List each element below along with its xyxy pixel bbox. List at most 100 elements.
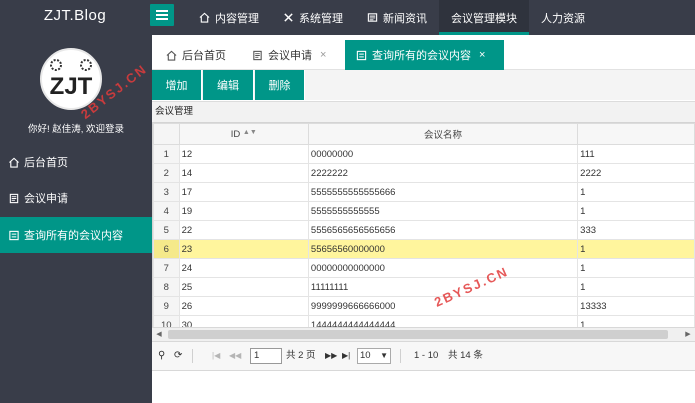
id-cell: 14 — [178, 163, 309, 183]
sidebar-item-query-meetings[interactable]: 查询所有的会议内容 — [0, 217, 152, 253]
column-header-name[interactable]: 会议名称 — [307, 123, 579, 145]
meeting-name-cell: 00000000 — [307, 144, 579, 164]
id-cell: 26 — [178, 296, 309, 316]
tab-label: 查询所有的会议内容 — [372, 50, 471, 62]
sort-icon[interactable]: ▲▼ — [243, 129, 257, 136]
column-header-label: ID — [230, 128, 241, 140]
row-number-cell: 10 — [153, 315, 180, 327]
extra-cell: 1 — [577, 258, 695, 278]
topnav-item-label: 内容管理 — [215, 12, 259, 25]
news-icon — [367, 13, 378, 22]
id-cell: 24 — [178, 258, 309, 278]
tab-strip: 后台首页 会议申请 × 查询所有的会议内容 × — [152, 35, 695, 70]
row-number-cell: 3 — [153, 182, 180, 202]
row-number-cell: 8 — [153, 277, 180, 297]
close-icon[interactable]: × — [320, 49, 326, 61]
column-header-rownum — [153, 123, 180, 145]
hamburger-icon — [156, 10, 168, 12]
topnav-item-system[interactable]: 系统管理 — [271, 0, 355, 35]
page-size-select[interactable]: 10 ▼ — [357, 348, 391, 364]
home-icon — [9, 157, 19, 168]
tab-home[interactable]: 后台首页 — [166, 40, 226, 70]
table-row[interactable]: 7 24 00000000000000 1 — [153, 258, 695, 278]
prev-page-icon[interactable]: ◀◀ — [229, 342, 241, 370]
document-icon — [9, 193, 19, 203]
first-page-icon[interactable]: |◀ — [212, 342, 220, 370]
table-row[interactable]: 4 19 5555555555555 1 — [153, 201, 695, 221]
row-number-cell: 4 — [153, 201, 180, 221]
last-page-icon[interactable]: ▶| — [342, 342, 350, 370]
data-table: ID ▲▼ 会议名称 1 12 00000000 111 2 14 2222222 2222 3… — [153, 123, 695, 327]
table-row[interactable]: 9 26 9999999666666000 13333 — [153, 296, 695, 316]
tab-label: 会议申请 — [268, 50, 312, 62]
sidebar-item-label: 会议申请 — [24, 193, 68, 205]
brand-title[interactable]: ZJT.Blog — [0, 0, 150, 35]
id-cell: 30 — [178, 315, 309, 327]
table-row[interactable]: 2 14 2222222 2222 — [153, 163, 695, 183]
column-header-extra[interactable] — [577, 123, 695, 145]
document-icon — [253, 50, 262, 60]
meeting-name-cell: 2222222 — [307, 163, 579, 183]
home-icon — [199, 12, 210, 23]
chevron-down-icon: ▼ — [380, 351, 388, 360]
add-button[interactable]: 增加 — [152, 70, 202, 100]
topnav-item-meeting[interactable]: 会议管理模块 — [439, 0, 529, 35]
scroll-left-icon[interactable]: ◀ — [152, 328, 166, 341]
column-header-id[interactable]: ID ▲▼ — [178, 123, 309, 145]
sidebar-item-home[interactable]: 后台首页 — [0, 144, 152, 180]
close-icon[interactable]: × — [479, 49, 485, 61]
menu-toggle-button[interactable] — [150, 4, 174, 26]
extra-cell: 1 — [577, 239, 695, 259]
tab-meeting-apply[interactable]: 会议申请 × — [252, 40, 326, 70]
topnav-item-label: 新闻资讯 — [383, 12, 427, 25]
table-row[interactable]: 3 17 5555555555555666 1 — [153, 182, 695, 202]
extra-cell: 2222 — [577, 163, 695, 183]
total-pages-text: 共 2 页 — [286, 350, 316, 361]
next-page-icon[interactable]: ▶▶ — [325, 342, 337, 370]
table-row[interactable]: 5 22 5556565656565656 333 — [153, 220, 695, 240]
meeting-name-cell: 9999999666666000 — [307, 296, 579, 316]
row-number-cell: 9 — [153, 296, 180, 316]
delete-button[interactable]: 删除 — [255, 70, 305, 100]
meeting-name-cell: 5555555555555666 — [307, 182, 579, 202]
id-cell: 17 — [178, 182, 309, 202]
topnav-item-label: 会议管理模块 — [451, 12, 517, 25]
table-header-row: ID ▲▼ 会议名称 — [153, 123, 695, 145]
list-icon — [356, 50, 367, 60]
table-row[interactable]: 6 23 55656560000000 1 — [153, 239, 695, 259]
topnav-item-news[interactable]: 新闻资讯 — [355, 0, 439, 35]
id-cell: 23 — [178, 239, 309, 259]
tab-query-meetings[interactable]: 查询所有的会议内容 × — [345, 40, 504, 70]
table-row[interactable]: 10 30 1444444444444444 1 — [153, 315, 695, 327]
tab-label: 后台首页 — [182, 50, 226, 62]
extra-cell: 1 — [577, 315, 695, 327]
horizontal-scrollbar[interactable]: ◀ ▶ — [152, 327, 695, 341]
refresh-icon[interactable]: ⟳ — [174, 342, 182, 370]
id-cell: 12 — [178, 144, 309, 164]
topnav-item-hr[interactable]: 人力资源 — [529, 0, 597, 35]
home-icon — [166, 50, 177, 61]
edit-button[interactable]: 编辑 — [203, 70, 254, 100]
sidebar-item-label: 查询所有的会议内容 — [24, 230, 123, 242]
content-bottom — [152, 371, 695, 403]
page-number-input[interactable]: 1 — [250, 348, 282, 364]
scrollbar-thumb[interactable] — [168, 330, 668, 339]
greeting-text: 你好! 赵佳涛, 欢迎登录 — [27, 124, 125, 135]
table-row[interactable]: 1 12 00000000 111 — [153, 144, 695, 164]
top-bar: ZJT.Blog 内容管理 系统管理 新闻资讯 会议管理模块 人力资源 — [0, 0, 695, 35]
logo-icon: ZJT — [50, 59, 93, 100]
table-row[interactable]: 8 25 11111111 1 — [153, 277, 695, 297]
scroll-right-icon[interactable]: ▶ — [681, 328, 695, 341]
topnav-item-content[interactable]: 内容管理 — [187, 0, 271, 35]
sidebar-item-meeting-apply[interactable]: 会议申请 — [0, 180, 152, 216]
avatar: ZJT — [40, 48, 102, 110]
top-nav: 内容管理 系统管理 新闻资讯 会议管理模块 人力资源 — [187, 0, 597, 35]
pager: ⚲ ⟳ |◀ ◀◀ 1 共 2 页 ▶▶ ▶| 10 ▼ 1 - 10 共 14… — [152, 341, 695, 371]
page-size-value: 10 — [360, 350, 371, 361]
row-number-cell: 1 — [153, 144, 180, 164]
search-icon[interactable]: ⚲ — [158, 342, 165, 370]
id-cell: 22 — [178, 220, 309, 240]
extra-cell: 111 — [577, 144, 695, 164]
data-grid: ID ▲▼ 会议名称 1 12 00000000 111 2 14 2222222 2222 3… — [152, 123, 695, 327]
extra-cell: 1 — [577, 201, 695, 221]
